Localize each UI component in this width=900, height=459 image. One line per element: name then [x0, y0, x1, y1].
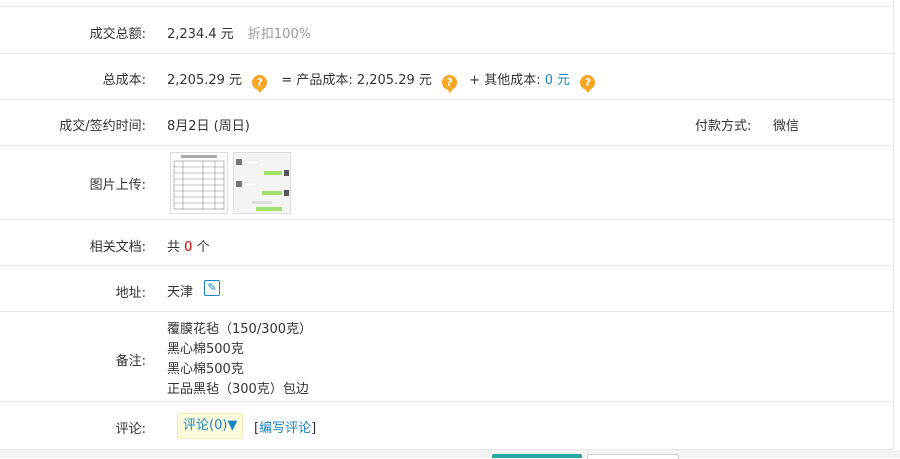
comments-label: 评论: — [115, 422, 146, 437]
documents-label: 相关文档: — [89, 240, 146, 255]
question-circle-icon[interactable]: ? — [442, 75, 458, 93]
edit-icon[interactable]: ✎ — [204, 280, 220, 296]
deal-total-value: 2,234.4 元 折扣100% — [167, 23, 311, 42]
note-line: 黑心棉500克 — [167, 362, 244, 377]
notes-content: 覆膜花毡（150/300克） 黑心棉500克 黑心棉500克 正品黑毡（300克… — [167, 320, 312, 400]
comments-dropdown-button[interactable]: 评论(0)▼ — [177, 413, 244, 439]
footer-bar — [0, 450, 900, 458]
question-circle-icon[interactable]: ? — [580, 75, 596, 93]
note-line: 黑心棉500克 — [167, 342, 244, 357]
image-upload-row: 图片上传: — [0, 146, 893, 220]
comments-row: 评论: 评论(0)▼ [编写评论] — [0, 402, 893, 450]
documents-prefix: 共 — [167, 240, 181, 255]
product-cost-label: = 产品成本: — [281, 73, 353, 88]
total-cost-value: 2,205.29 元 ? = 产品成本: 2,205.29 元 ? + 其他成本… — [167, 69, 596, 93]
payment-method-label: 付款方式: — [695, 119, 752, 134]
deal-total-row: 成交总额: 2,234.4 元 折扣100% — [0, 7, 893, 54]
primary-footer-button[interactable] — [492, 454, 582, 458]
image-thumbnail-form[interactable] — [170, 152, 228, 214]
total-cost-label: 总成本: — [102, 73, 146, 88]
right-divider — [893, 0, 894, 450]
address-row: 地址: 天津 ✎ — [0, 266, 893, 312]
payment-method-value: 微信 — [773, 119, 800, 134]
documents-value: 共 0 个 — [167, 236, 210, 255]
question-circle-icon[interactable]: ? — [252, 75, 268, 93]
deal-time-row: 成交/签约时间: 8月2日 (周日) 付款方式: 微信 — [0, 100, 893, 146]
write-comment-link[interactable]: [编写评论] — [254, 417, 316, 436]
image-thumbnail-chat[interactable] — [233, 152, 291, 214]
address-label: 地址: — [115, 286, 146, 301]
top-divider — [0, 0, 893, 7]
deal-total-amount: 2,234.4 元 — [167, 27, 234, 42]
deal-time-value: 8月2日 (周日) — [167, 119, 250, 134]
product-cost-value: 2,205.29 元 — [356, 73, 432, 88]
deal-time-label: 成交/签约时间: — [59, 119, 146, 134]
secondary-footer-button[interactable] — [587, 454, 679, 459]
discount-text: 折扣100% — [247, 27, 312, 42]
form-preview-graphic — [171, 153, 227, 213]
image-upload-label: 图片上传: — [89, 178, 146, 193]
chat-preview-graphic — [234, 153, 290, 213]
total-cost-row: 总成本: 2,205.29 元 ? = 产品成本: 2,205.29 元 ? +… — [0, 54, 893, 100]
write-comment-text[interactable]: 编写评论 — [259, 421, 311, 436]
note-line: 正品黑毡（300克）包边 — [167, 382, 309, 397]
documents-suffix: 个 — [196, 240, 210, 255]
address-value: 天津 — [167, 285, 194, 300]
documents-count[interactable]: 0 — [184, 240, 192, 255]
other-cost-value: 0 元 — [544, 73, 571, 88]
deal-total-label: 成交总额: — [89, 27, 146, 42]
notes-row: 备注: 覆膜花毡（150/300克） 黑心棉500克 黑心棉500克 正品黑毡（… — [0, 312, 893, 402]
other-cost-label: + 其他成本: — [469, 73, 541, 88]
note-line: 覆膜花毡（150/300克） — [167, 322, 313, 337]
notes-label: 备注: — [115, 354, 146, 369]
documents-row: 相关文档: 共 0 个 — [0, 220, 893, 266]
total-cost-amount: 2,205.29 元 — [167, 73, 243, 88]
